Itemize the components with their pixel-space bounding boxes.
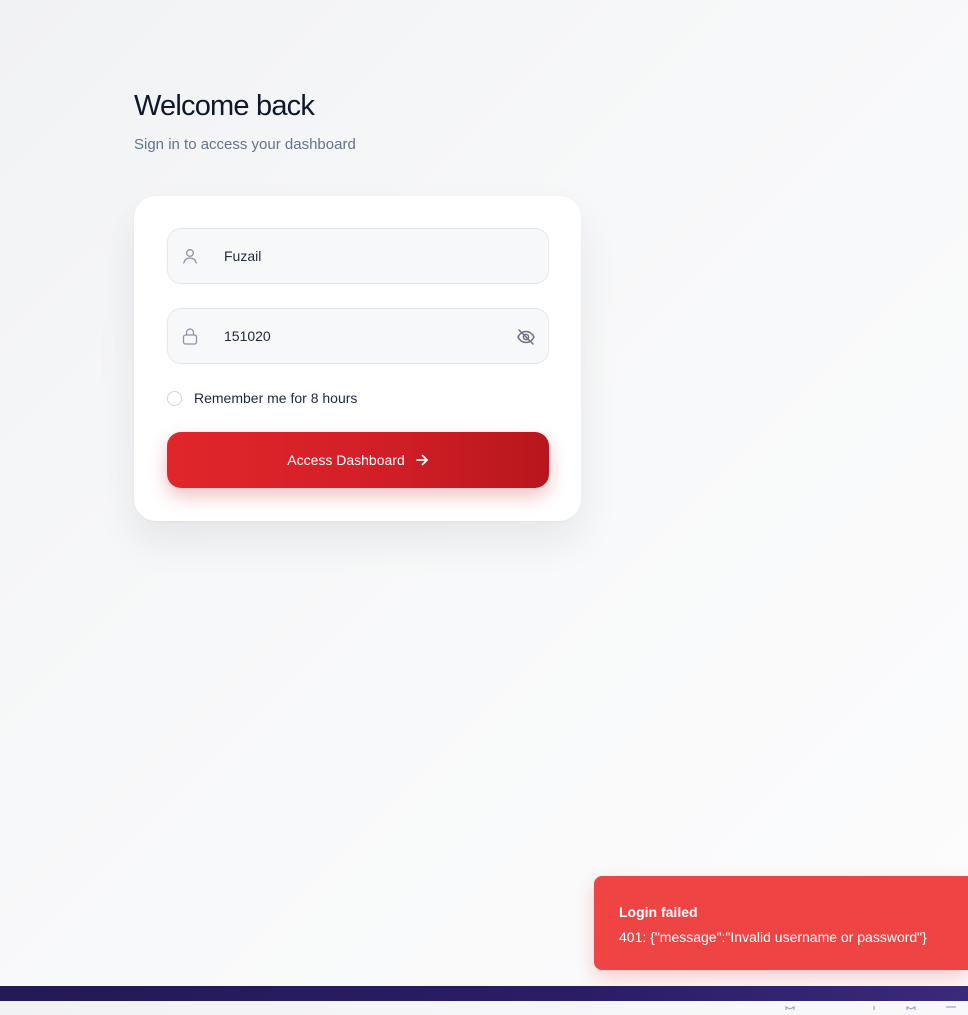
eye-off-icon[interactable] [516, 327, 536, 347]
user-icon [181, 247, 199, 265]
bar-glyph-icon [945, 997, 957, 1008]
page-title: Welcome back [134, 90, 315, 122]
bar-glyph-icon [905, 997, 917, 1010]
footer-bar [0, 986, 968, 1010]
password-field[interactable] [167, 308, 549, 364]
login-page: Welcome back Sign in to access your dash… [0, 0, 968, 1010]
page-subtitle: Sign in to access your dashboard [134, 136, 356, 153]
login-card: Remember me for 8 hours Access Dashboard [134, 196, 581, 521]
remember-me-row: Remember me for 8 hours [167, 390, 357, 406]
password-input[interactable] [224, 309, 498, 363]
bar-glyph-icon [868, 997, 880, 1010]
access-dashboard-label: Access Dashboard [287, 452, 405, 468]
lock-icon [181, 327, 199, 345]
toast-title: Login failed [619, 904, 698, 920]
toast-message: 401: {"message":"Invalid username or pas… [619, 929, 927, 945]
remember-me-checkbox[interactable] [167, 390, 182, 406]
username-input[interactable] [224, 229, 498, 283]
error-toast[interactable]: Login failed 401: {"message":"Invalid us… [594, 876, 968, 970]
remember-me-label[interactable]: Remember me for 8 hours [194, 390, 357, 406]
arrow-right-icon [415, 453, 429, 467]
login-header: Welcome back Sign in to access your dash… [134, 88, 356, 153]
access-dashboard-button[interactable]: Access Dashboard [167, 432, 549, 488]
bar-glyph-icon [784, 997, 796, 1010]
username-field[interactable] [167, 228, 549, 284]
